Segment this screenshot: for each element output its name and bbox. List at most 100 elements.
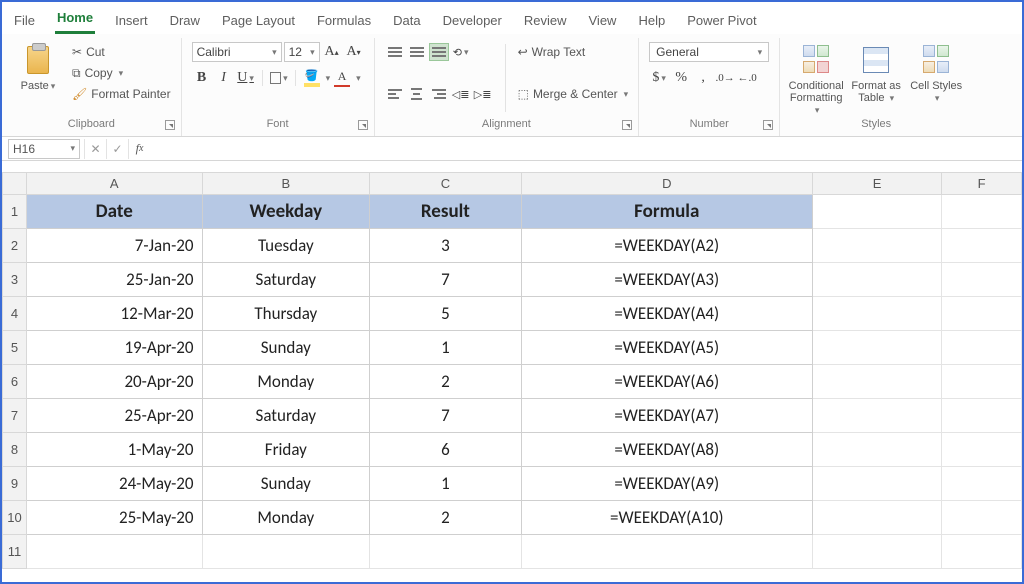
- cell[interactable]: [812, 433, 941, 467]
- tab-home[interactable]: Home: [55, 8, 95, 34]
- cell[interactable]: [812, 331, 941, 365]
- cell[interactable]: 1: [370, 331, 522, 365]
- tab-insert[interactable]: Insert: [113, 11, 150, 34]
- row-header[interactable]: 7: [3, 399, 27, 433]
- col-header-a[interactable]: A: [26, 173, 202, 195]
- cell[interactable]: 7-Jan-20: [26, 229, 202, 263]
- cell[interactable]: [942, 331, 1022, 365]
- increase-indent-button[interactable]: ▷≣: [473, 84, 493, 104]
- cell[interactable]: [942, 399, 1022, 433]
- col-header-e[interactable]: E: [812, 173, 941, 195]
- accounting-format-button[interactable]: $▾: [649, 68, 669, 88]
- cell[interactable]: =WEEKDAY(A6): [521, 365, 812, 399]
- enter-formula-button[interactable]: ✓: [106, 139, 128, 159]
- font-color-button[interactable]: A: [332, 68, 352, 88]
- cell[interactable]: Sunday: [202, 467, 370, 501]
- cell[interactable]: Weekday: [202, 195, 370, 229]
- col-header-f[interactable]: F: [942, 173, 1022, 195]
- cell[interactable]: 25-May-20: [26, 501, 202, 535]
- cell[interactable]: [942, 501, 1022, 535]
- tab-view[interactable]: View: [587, 11, 619, 34]
- underline-button[interactable]: U▾: [236, 68, 256, 88]
- cell[interactable]: [812, 365, 941, 399]
- align-top-button[interactable]: [385, 43, 405, 61]
- copy-button[interactable]: ⧉ Copy▾: [72, 63, 171, 83]
- cell[interactable]: [812, 399, 941, 433]
- select-all-corner[interactable]: [3, 173, 27, 195]
- cell[interactable]: [26, 535, 202, 569]
- row-header[interactable]: 1: [3, 195, 27, 229]
- row-header[interactable]: 4: [3, 297, 27, 331]
- cell[interactable]: 19-Apr-20: [26, 331, 202, 365]
- tab-data[interactable]: Data: [391, 11, 422, 34]
- cancel-formula-button[interactable]: ✕: [84, 139, 106, 159]
- fill-color-button[interactable]: 🪣: [302, 68, 322, 88]
- formula-input[interactable]: [150, 139, 1022, 159]
- row-header[interactable]: 10: [3, 501, 27, 535]
- cell[interactable]: [942, 229, 1022, 263]
- cell[interactable]: [942, 263, 1022, 297]
- paste-button[interactable]: Paste▾: [12, 42, 64, 92]
- clipboard-dialog-launcher[interactable]: [165, 120, 175, 130]
- cell[interactable]: 7: [370, 263, 522, 297]
- alignment-dialog-launcher[interactable]: [622, 120, 632, 130]
- cell[interactable]: [942, 297, 1022, 331]
- cell[interactable]: =WEEKDAY(A4): [521, 297, 812, 331]
- align-bottom-button[interactable]: [429, 43, 449, 61]
- cell[interactable]: [942, 433, 1022, 467]
- tab-page-layout[interactable]: Page Layout: [220, 11, 297, 34]
- cell[interactable]: Friday: [202, 433, 370, 467]
- cell[interactable]: [521, 535, 812, 569]
- cell[interactable]: 1: [370, 467, 522, 501]
- italic-button[interactable]: I: [214, 68, 234, 88]
- cell[interactable]: [812, 535, 941, 569]
- tab-power-pivot[interactable]: Power Pivot: [685, 11, 758, 34]
- orientation-button[interactable]: ⟲▾: [451, 42, 471, 62]
- cell[interactable]: Monday: [202, 501, 370, 535]
- cell[interactable]: [812, 501, 941, 535]
- number-dialog-launcher[interactable]: [763, 120, 773, 130]
- insert-function-button[interactable]: fx: [128, 139, 150, 159]
- comma-format-button[interactable]: ,: [693, 68, 713, 88]
- cell[interactable]: 3: [370, 229, 522, 263]
- tab-draw[interactable]: Draw: [168, 11, 202, 34]
- cell[interactable]: Formula: [521, 195, 812, 229]
- font-dialog-launcher[interactable]: [358, 120, 368, 130]
- cell[interactable]: Tuesday: [202, 229, 370, 263]
- row-header[interactable]: 3: [3, 263, 27, 297]
- cell[interactable]: [942, 365, 1022, 399]
- col-header-b[interactable]: B: [202, 173, 370, 195]
- cell[interactable]: 5: [370, 297, 522, 331]
- decrease-indent-button[interactable]: ◁≣: [451, 84, 471, 104]
- cell[interactable]: Date: [26, 195, 202, 229]
- cell[interactable]: Result: [370, 195, 522, 229]
- row-header[interactable]: 8: [3, 433, 27, 467]
- cell[interactable]: [812, 263, 941, 297]
- conditional-formatting-button[interactable]: Conditional Formatting ▾: [790, 42, 842, 116]
- cell[interactable]: [202, 535, 370, 569]
- cell[interactable]: 2: [370, 365, 522, 399]
- font-name-selector[interactable]: Calibri▾: [192, 42, 282, 62]
- col-header-c[interactable]: C: [370, 173, 522, 195]
- cell[interactable]: Thursday: [202, 297, 370, 331]
- merge-center-button[interactable]: ⬚Merge & Center▾: [518, 84, 629, 104]
- cell[interactable]: Monday: [202, 365, 370, 399]
- cell[interactable]: =WEEKDAY(A7): [521, 399, 812, 433]
- decrease-decimal-button[interactable]: ←.0: [737, 68, 757, 88]
- cell[interactable]: [812, 229, 941, 263]
- tab-developer[interactable]: Developer: [441, 11, 504, 34]
- increase-font-button[interactable]: A▴: [322, 42, 342, 62]
- align-right-button[interactable]: [429, 85, 449, 103]
- cell[interactable]: =WEEKDAY(A5): [521, 331, 812, 365]
- tab-review[interactable]: Review: [522, 11, 569, 34]
- cell[interactable]: 6: [370, 433, 522, 467]
- percent-format-button[interactable]: %: [671, 68, 691, 88]
- cell[interactable]: =WEEKDAY(A10): [521, 501, 812, 535]
- wrap-text-button[interactable]: ↩Wrap Text: [518, 42, 629, 62]
- row-header[interactable]: 5: [3, 331, 27, 365]
- cell[interactable]: [942, 535, 1022, 569]
- align-center-button[interactable]: [407, 85, 427, 103]
- cell[interactable]: =WEEKDAY(A8): [521, 433, 812, 467]
- cell[interactable]: [812, 195, 941, 229]
- cell[interactable]: [370, 535, 522, 569]
